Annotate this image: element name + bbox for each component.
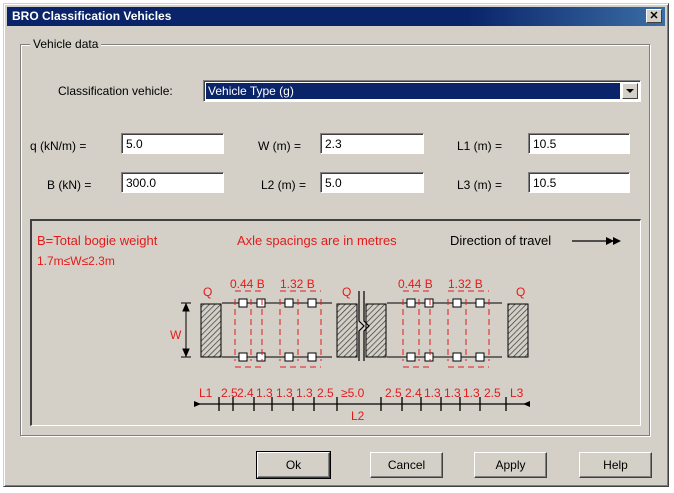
dim-24-a: 2.4 [237, 386, 254, 400]
q-label: q (kN/m) = [30, 139, 87, 153]
w-label: W (m) = [258, 139, 301, 153]
classification-vehicle-label: Classification vehicle: [58, 84, 173, 98]
direction-arrow-icon [572, 237, 621, 245]
title-bar[interactable]: BRO Classification Vehicles ✕ [7, 7, 665, 26]
dim-25-b: 2.5 [317, 386, 334, 400]
classification-vehicle-select[interactable]: Vehicle Type (g) [203, 80, 641, 102]
b-input[interactable]: 300.0 [121, 172, 224, 193]
vehicle-diagram: B=Total bogie weight 1.7m≤W≤2.3m Axle sp… [37, 233, 621, 423]
q-label-1: Q [203, 285, 212, 299]
dim-25-a: 2.5 [221, 386, 238, 400]
dim-13-c: 1.3 [296, 386, 313, 400]
l3-label: L3 (m) = [457, 178, 503, 192]
classification-vehicle-value: Vehicle Type (g) [206, 83, 620, 99]
q-label-2: Q [342, 285, 351, 299]
load-044-label-2: 0.44 B [398, 277, 433, 291]
load-044-label-1: 0.44 B [230, 277, 265, 291]
q-input[interactable]: 5.0 [121, 133, 224, 154]
w-input[interactable]: 2.3 [320, 133, 424, 154]
load-132-label-2: 1.32 B [448, 277, 483, 291]
q-label-3: Q [516, 285, 525, 299]
dim-l2: L2 [351, 409, 365, 423]
dim-13-e: 1.3 [444, 386, 461, 400]
help-button[interactable]: Help [579, 452, 652, 478]
window-title: BRO Classification Vehicles [12, 9, 172, 23]
axle-group-left [222, 298, 332, 362]
dim-13-d: 1.3 [424, 386, 441, 400]
dim-13-a: 1.3 [256, 386, 273, 400]
chevron-down-icon[interactable] [622, 83, 638, 99]
l1-input[interactable]: 10.5 [528, 133, 630, 154]
load-block-left [200, 303, 222, 358]
l2-input[interactable]: 5.0 [320, 172, 424, 193]
note-bogie: B=Total bogie weight [37, 233, 158, 248]
dim-13-f: 1.3 [463, 386, 480, 400]
load-block-mid-a [336, 303, 358, 358]
load-block-mid-b [365, 303, 387, 358]
load-132-label-1: 1.32 B [280, 277, 315, 291]
dim-l3: L3 [510, 386, 524, 400]
dim-25-d: 2.5 [484, 386, 501, 400]
note-w-range: 1.7m≤W≤2.3m [37, 254, 115, 268]
b-label: B (kN) = [47, 178, 92, 192]
dim-l1: L1 [199, 386, 213, 400]
l3-input[interactable]: 10.5 [528, 172, 630, 193]
ok-button[interactable]: Ok [256, 451, 331, 479]
note-spacing: Axle spacings are in metres [237, 233, 397, 248]
close-button[interactable]: ✕ [646, 9, 662, 23]
dim-24-b: 2.4 [405, 386, 422, 400]
axle-group-right [387, 298, 502, 362]
apply-button[interactable]: Apply [474, 452, 547, 478]
direction-label: Direction of travel [450, 233, 551, 248]
w-dimension-arrow [181, 302, 191, 358]
l1-label: L1 (m) = [457, 139, 503, 153]
vehicle-diagram-panel: B=Total bogie weight 1.7m≤W≤2.3m Axle sp… [30, 219, 641, 426]
cancel-button[interactable]: Cancel [370, 452, 443, 478]
load-block-right [507, 303, 529, 358]
dim-25-c: 2.5 [385, 386, 402, 400]
l2-label: L2 (m) = [261, 178, 307, 192]
w-dimension-label: W [170, 328, 182, 342]
dim-13-b: 1.3 [276, 386, 293, 400]
group-legend: Vehicle data [30, 37, 102, 51]
dim-ge50: ≥5.0 [341, 386, 365, 400]
